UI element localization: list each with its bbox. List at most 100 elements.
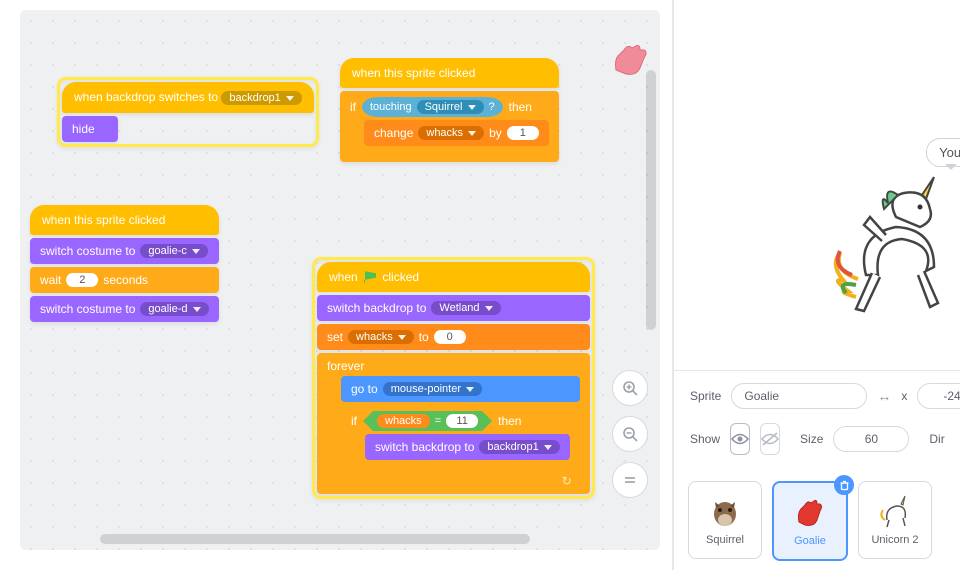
- size-label: Size: [800, 432, 823, 446]
- zoom-in-button[interactable]: [612, 370, 648, 406]
- then-label: then: [498, 414, 521, 428]
- goto-label: go to: [351, 382, 378, 396]
- block-label: when this sprite clicked: [352, 66, 475, 80]
- stage-sprite-unicorn: [826, 175, 960, 335]
- when-label: when: [329, 270, 358, 284]
- block-if[interactable]: if whacks = 11 then switch backdrop to: [341, 405, 580, 474]
- block-switch-backdrop[interactable]: switch backdrop to backdrop1: [365, 434, 570, 460]
- dropdown-costume[interactable]: goalie-d: [140, 302, 208, 316]
- dropdown-goto-target[interactable]: mouse-pointer: [383, 382, 482, 396]
- sprite-thumb-goalie[interactable]: Goalie: [772, 481, 848, 561]
- unicorn-icon: [877, 494, 913, 530]
- touching-label: touching: [370, 101, 412, 113]
- block-switch-costume[interactable]: switch costume to goalie-d: [30, 296, 219, 322]
- reporter-touching[interactable]: touching Squirrel ?: [362, 97, 503, 117]
- horizontal-scrollbar[interactable]: [100, 534, 530, 544]
- code-workspace[interactable]: when backdrop switches to backdrop1 hide…: [20, 10, 660, 550]
- sprite-label: Sprite: [690, 389, 721, 403]
- speech-text: You W: [939, 145, 960, 160]
- green-flag-icon: [364, 271, 376, 283]
- goalie-icon: [792, 495, 828, 531]
- script-stack-3[interactable]: when this sprite clicked switch costume …: [30, 205, 219, 322]
- then-label: then: [509, 100, 532, 114]
- block-set-var[interactable]: set whacks to 0: [317, 324, 590, 350]
- zoom-controls: [612, 370, 648, 498]
- hat-when-backdrop-switches[interactable]: when backdrop switches to backdrop1: [62, 82, 314, 113]
- if-label: if: [351, 414, 357, 428]
- block-hide[interactable]: hide: [62, 116, 118, 142]
- block-label: switch costume to: [40, 302, 135, 316]
- input-eq-value[interactable]: 11: [446, 414, 478, 428]
- block-switch-backdrop[interactable]: switch backdrop to Wetland: [317, 295, 590, 321]
- forever-label: forever: [327, 359, 364, 373]
- block-if[interactable]: if touching Squirrel ? then change whack…: [340, 91, 559, 162]
- reporter-var[interactable]: whacks: [377, 414, 430, 428]
- zoom-out-button[interactable]: [612, 416, 648, 452]
- xy-arrow-icon: ↔: [877, 388, 891, 404]
- block-label: when this sprite clicked: [42, 213, 165, 227]
- stage-preview[interactable]: You W: [674, 0, 960, 371]
- script-stack-1[interactable]: when backdrop switches to backdrop1 hide: [60, 80, 316, 144]
- thumb-label: Goalie: [794, 535, 826, 547]
- hat-when-sprite-clicked[interactable]: when this sprite clicked: [30, 205, 219, 235]
- squirrel-icon: [707, 494, 743, 530]
- vertical-scrollbar[interactable]: [646, 70, 656, 330]
- sprite-thumb-squirrel[interactable]: Squirrel: [688, 481, 762, 559]
- x-label: x: [901, 389, 907, 403]
- input-set-value[interactable]: 0: [434, 330, 466, 344]
- block-label: when backdrop switches to: [74, 90, 218, 104]
- thumb-label: Squirrel: [706, 534, 744, 546]
- seconds-label: seconds: [103, 273, 148, 287]
- sprite-drag-indicator: [610, 40, 650, 80]
- direction-label: Dir: [929, 432, 944, 446]
- delete-sprite-button[interactable]: [834, 475, 854, 495]
- if-label: if: [350, 100, 356, 114]
- block-change-var[interactable]: change whacks by 1: [364, 120, 549, 146]
- show-hidden-button[interactable]: [760, 423, 780, 455]
- input-wait-value[interactable]: 2: [66, 273, 98, 287]
- thumb-label: Unicorn 2: [871, 534, 918, 546]
- script-stack-2[interactable]: when this sprite clicked if touching Squ…: [340, 58, 559, 162]
- sprite-name-input[interactable]: Goalie: [731, 383, 867, 409]
- eq-label: =: [435, 415, 441, 427]
- dropdown-backdrop[interactable]: backdrop1: [221, 91, 301, 105]
- block-label: switch backdrop to: [327, 301, 426, 315]
- block-label: hide: [72, 122, 95, 136]
- sprite-properties: Sprite Goalie ↔ x -240 Show Size 60 Dir: [674, 371, 960, 481]
- clicked-label: clicked: [382, 270, 419, 284]
- by-label: by: [489, 126, 502, 140]
- wait-label: wait: [40, 273, 61, 287]
- dropdown-costume[interactable]: goalie-c: [140, 244, 208, 258]
- block-label: switch backdrop to: [375, 440, 474, 454]
- zoom-reset-button[interactable]: [612, 462, 648, 498]
- right-panel: You W Sprite Goalie ↔ x: [672, 0, 960, 570]
- to-label: to: [419, 330, 429, 344]
- block-wait[interactable]: wait 2 seconds: [30, 267, 219, 293]
- block-goto[interactable]: go to mouse-pointer: [341, 376, 580, 402]
- change-label: change: [374, 126, 413, 140]
- dropdown-backdrop[interactable]: backdrop1: [479, 440, 559, 454]
- reporter-equals[interactable]: whacks = 11: [363, 411, 492, 431]
- size-input[interactable]: 60: [833, 426, 909, 452]
- sprite-thumb-unicorn[interactable]: Unicorn 2: [858, 481, 932, 559]
- speech-bubble: You W: [926, 138, 960, 167]
- set-label: set: [327, 330, 343, 344]
- show-visible-button[interactable]: [730, 423, 750, 455]
- dropdown-var[interactable]: whacks: [348, 330, 414, 344]
- app-root: when backdrop switches to backdrop1 hide…: [0, 0, 960, 570]
- dropdown-var[interactable]: whacks: [418, 126, 484, 140]
- block-forever[interactable]: forever go to mouse-pointer if whacks = …: [317, 353, 590, 494]
- show-label: Show: [690, 432, 720, 446]
- block-switch-costume[interactable]: switch costume to goalie-c: [30, 238, 219, 264]
- dropdown-backdrop[interactable]: Wetland: [431, 301, 500, 315]
- script-stack-4[interactable]: when clicked switch backdrop to Wetland …: [315, 260, 592, 496]
- x-input[interactable]: -240: [917, 383, 960, 409]
- sprite-list: Squirrel Goalie Unicorn 2: [674, 481, 960, 561]
- hat-when-flag-clicked[interactable]: when clicked: [317, 262, 590, 292]
- hat-when-sprite-clicked[interactable]: when this sprite clicked: [340, 58, 559, 88]
- dropdown-touching-target[interactable]: Squirrel: [417, 100, 484, 114]
- touching-q: ?: [489, 101, 495, 113]
- input-by-value[interactable]: 1: [507, 126, 539, 140]
- loop-arrow-icon: ↻: [327, 474, 580, 488]
- block-label: switch costume to: [40, 244, 135, 258]
